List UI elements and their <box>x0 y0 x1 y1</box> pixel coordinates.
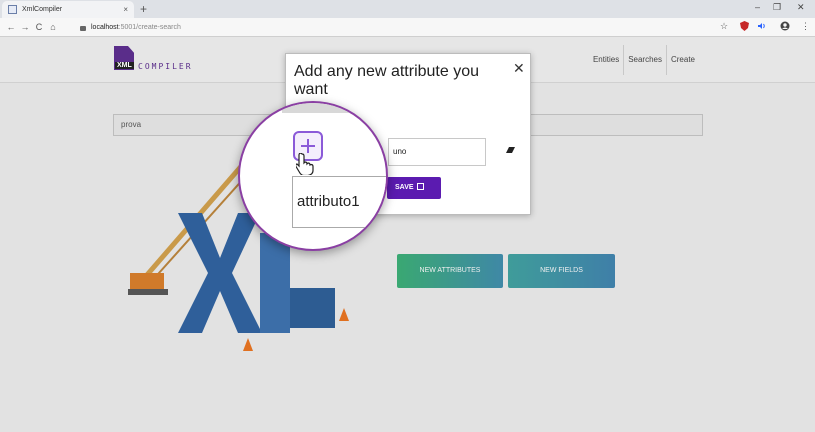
favicon-icon <box>8 5 17 14</box>
browser-tab[interactable]: XmlCompiler × <box>2 1 134 18</box>
floppy-disk-icon <box>416 183 424 190</box>
bookmark-star-icon[interactable]: ☆ <box>720 21 728 32</box>
attribute-name-input[interactable]: attributo1 <box>292 176 386 228</box>
attribute-name-value: attributo1 <box>297 193 360 210</box>
tab-close-button[interactable]: × <box>123 5 128 14</box>
logo-xml-text: XML <box>115 62 134 69</box>
back-button[interactable]: ← <box>4 22 18 32</box>
browser-tab-strip: XmlCompiler × + – ❐ ✕ <box>0 0 815 18</box>
profile-avatar-icon[interactable] <box>780 21 790 33</box>
url-host: localhost <box>91 24 119 31</box>
home-button[interactable]: ⌂ <box>46 22 60 32</box>
modal-close-button[interactable]: ✕ <box>513 60 525 77</box>
window-close-button[interactable]: ✕ <box>797 2 805 13</box>
zoom-magnifier: attributo1 <box>238 101 388 251</box>
window-restore-button[interactable]: ❐ <box>773 2 781 13</box>
nav-searches-link[interactable]: Searches <box>623 45 666 75</box>
tab-title: XmlCompiler <box>22 6 63 13</box>
save-button-label: SAVE <box>395 184 414 191</box>
app-logo[interactable]: XML COMPILER <box>114 46 194 76</box>
address-bar-row: ← → C ⌂ localhost :5001/create-search <box>0 18 815 37</box>
new-attributes-button[interactable]: NEW ATTRIBUTES <box>397 254 503 288</box>
forward-button[interactable]: → <box>18 22 32 32</box>
attribute-value-input[interactable]: uno <box>388 138 486 166</box>
browser-menu-icon[interactable]: ⋮ <box>801 21 810 32</box>
url-path: :5001/create-search <box>118 24 181 31</box>
eraser-icon[interactable] <box>506 147 515 153</box>
audio-extension-icon[interactable] <box>757 21 767 33</box>
app-nav-links: Entities Searches Create <box>589 45 699 75</box>
nav-create-link[interactable]: Create <box>665 45 699 75</box>
new-fields-button[interactable]: NEW FIELDS <box>508 254 615 288</box>
modal-title: Add any new attribute you want <box>294 63 480 98</box>
hand-cursor-icon <box>296 153 314 175</box>
new-tab-button[interactable]: + <box>140 2 147 16</box>
save-button[interactable]: SAVE <box>387 177 441 199</box>
window-minimize-button[interactable]: – <box>755 2 760 12</box>
logo-compiler-text: COMPILER <box>138 62 193 71</box>
shield-extension-icon[interactable] <box>740 21 749 33</box>
magnified-title-fragment <box>282 103 386 113</box>
lock-icon <box>80 26 86 31</box>
reload-button[interactable]: C <box>32 22 46 32</box>
nav-entities-link[interactable]: Entities <box>589 45 623 75</box>
url-field[interactable]: localhost :5001/create-search <box>80 21 710 34</box>
